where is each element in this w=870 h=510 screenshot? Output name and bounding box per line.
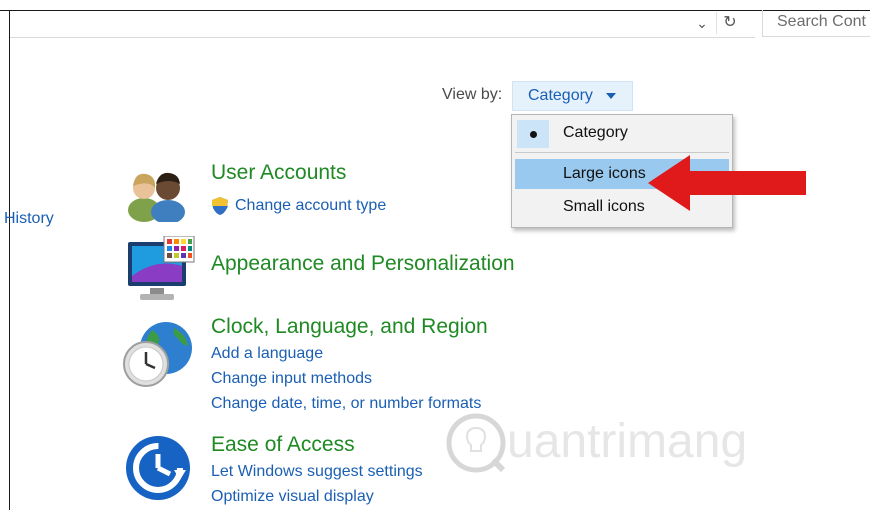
bullet-icon (530, 131, 537, 138)
shield-icon (212, 197, 228, 215)
watermark-logo-icon (446, 413, 506, 473)
chevron-down-icon[interactable]: ⌄ (692, 12, 712, 34)
selected-indicator (517, 120, 549, 148)
view-by-label: View by: (442, 86, 503, 103)
users-icon (128, 172, 185, 222)
menu-item-label: Large icons (563, 165, 646, 182)
link-change-input-methods[interactable]: Change input methods (211, 370, 372, 388)
window-top-border (0, 0, 870, 11)
menu-item-category[interactable]: Category (515, 118, 729, 148)
link-change-account-type[interactable]: Change account type (235, 197, 386, 215)
category-user-accounts[interactable]: User Accounts (211, 161, 346, 185)
caret-down-icon (606, 93, 616, 99)
red-arrow-icon (648, 155, 806, 211)
monitor-icon (128, 236, 195, 300)
watermark-text: uantrimang (507, 415, 748, 468)
watermark: uantrimang (445, 412, 865, 474)
category-appearance-personalization[interactable]: Appearance and Personalization (211, 252, 515, 276)
clock-globe-icon (123, 322, 192, 387)
link-let-windows-suggest[interactable]: Let Windows suggest settings (211, 463, 423, 481)
link-add-language[interactable]: Add a language (211, 345, 323, 363)
menu-item-label: Small icons (563, 198, 645, 215)
menu-item-label: Category (563, 124, 628, 141)
search-input[interactable] (763, 10, 870, 34)
category-clock-language-region[interactable]: Clock, Language, and Region (211, 315, 488, 339)
view-by-dropdown[interactable]: Category (512, 81, 633, 111)
category-ease-of-access[interactable]: Ease of Access (211, 433, 355, 457)
link-change-date-time-formats[interactable]: Change date, time, or number formats (211, 395, 481, 413)
search-box[interactable] (762, 10, 870, 37)
window-left-border (9, 10, 10, 510)
view-by-value: Category (528, 87, 593, 104)
refresh-icon[interactable]: ↻ (716, 12, 743, 34)
link-optimize-visual-display[interactable]: Optimize visual display (211, 488, 374, 506)
address-bar[interactable] (10, 11, 755, 38)
ease-of-access-icon (126, 436, 190, 500)
history-link[interactable]: History (4, 210, 54, 228)
